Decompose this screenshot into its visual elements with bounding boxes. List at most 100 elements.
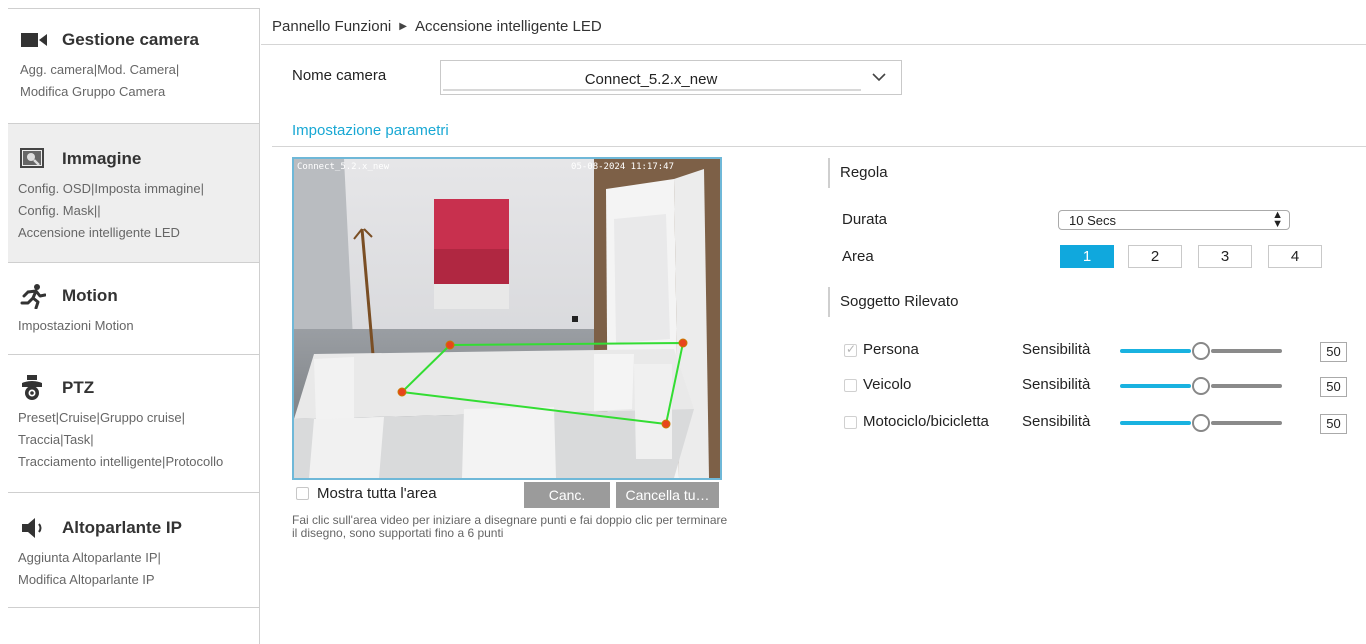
sidebar-section-ip-speaker: Altoparlante IP Aggiunta Altoparlante IP… bbox=[8, 492, 259, 607]
show-all-checkbox[interactable] bbox=[296, 487, 309, 500]
slider-track-empty bbox=[1211, 349, 1282, 353]
camera-select-underline bbox=[443, 89, 861, 91]
link-edit-camera-group[interactable]: Modifica Gruppo Camera bbox=[20, 84, 165, 99]
clear-all-button[interactable]: Cancella tu… bbox=[616, 482, 719, 508]
sidebar: Gestione camera Agg. camera|Mod. Camera|… bbox=[8, 8, 260, 644]
link-smart-led[interactable]: Accensione intelligente LED bbox=[18, 225, 180, 240]
sidebar-head-ip-speaker[interactable]: Altoparlante IP bbox=[20, 515, 259, 541]
sensitivity-value[interactable]: 50 bbox=[1320, 342, 1347, 362]
detected-subject-title: Soggetto Rilevato bbox=[828, 287, 958, 317]
object-name: Persona bbox=[863, 341, 919, 358]
sensitivity-label: Sensibilità bbox=[1022, 341, 1091, 358]
link-add-ip-speaker[interactable]: Aggiunta Altoparlante IP bbox=[18, 550, 158, 565]
sensitivity-label: Sensibilità bbox=[1022, 413, 1091, 430]
slider-track-filled bbox=[1120, 384, 1191, 388]
updown-arrows-icon: ▲ ▼ bbox=[1272, 209, 1283, 230]
object-name: Veicolo bbox=[863, 376, 912, 393]
show-all-area-toggle[interactable]: Mostra tutta l'area bbox=[296, 485, 437, 502]
roi-vertex[interactable] bbox=[445, 340, 455, 350]
link-edit-camera[interactable]: Mod. Camera bbox=[97, 62, 176, 77]
sidebar-links: Agg. camera|Mod. Camera| Modifica Gruppo… bbox=[20, 62, 180, 99]
slider-knob[interactable] bbox=[1192, 414, 1210, 432]
slider-knob[interactable] bbox=[1192, 377, 1210, 395]
speaker-icon bbox=[20, 516, 50, 540]
cancel-button[interactable]: Canc. bbox=[524, 482, 610, 508]
sidebar-head-motion[interactable]: Motion bbox=[20, 283, 259, 309]
sensitivity-label: Sensibilità bbox=[1022, 376, 1091, 393]
duration-select[interactable]: 10 Secs ▲ ▼ bbox=[1058, 210, 1290, 230]
object-row-veicolo: Veicolo Sensibilità 50 bbox=[842, 374, 1352, 398]
persona-checkbox[interactable] bbox=[844, 342, 857, 357]
link-protocol[interactable]: Protocollo bbox=[165, 454, 223, 469]
area-button-4[interactable]: 4 bbox=[1268, 245, 1322, 268]
rule-group-title: Regola bbox=[828, 158, 888, 188]
link-track[interactable]: Traccia bbox=[18, 432, 60, 447]
link-mask-config[interactable]: Config. Mask bbox=[18, 203, 94, 218]
sidebar-section-image: Immagine Config. OSD|Imposta immagine| C… bbox=[8, 123, 259, 262]
sidebar-section-motion: Motion Impostazioni Motion bbox=[8, 262, 259, 354]
drawing-hint: Fai clic sull'area video per iniziare a … bbox=[292, 513, 728, 540]
sensitivity-slider[interactable] bbox=[1120, 374, 1282, 398]
link-image-settings[interactable]: Imposta immagine bbox=[94, 181, 200, 196]
sidebar-head-image[interactable]: Immagine bbox=[20, 146, 259, 172]
slider-knob[interactable] bbox=[1192, 342, 1210, 360]
roi-vertex[interactable] bbox=[661, 419, 671, 429]
sidebar-title: Altoparlante IP bbox=[62, 518, 182, 537]
link-smart-tracking[interactable]: Tracciamento intelligente bbox=[18, 454, 162, 469]
area-label: Area bbox=[842, 248, 874, 265]
sidebar-links: Aggiunta Altoparlante IP| Modifica Altop… bbox=[18, 550, 161, 587]
link-osd-config[interactable]: Config. OSD bbox=[18, 181, 91, 196]
roi-vertex[interactable] bbox=[397, 387, 407, 397]
slider-track-empty bbox=[1211, 384, 1282, 388]
sidebar-section-empty bbox=[8, 607, 259, 644]
area-button-2[interactable]: 2 bbox=[1128, 245, 1182, 268]
sensitivity-value[interactable]: 50 bbox=[1320, 377, 1347, 397]
sidebar-title: Immagine bbox=[62, 149, 142, 168]
link-add-camera[interactable]: Agg. camera bbox=[20, 62, 94, 77]
link-edit-ip-speaker[interactable]: Modifica Altoparlante IP bbox=[18, 572, 155, 587]
sensitivity-slider[interactable] bbox=[1120, 411, 1282, 435]
breadcrumb-root[interactable]: Pannello Funzioni bbox=[272, 18, 391, 35]
sidebar-links: Preset|Cruise|Gruppo cruise| Traccia|Tas… bbox=[18, 410, 224, 469]
object-row-motociclo: Motociclo/bicicletta Sensibilità 50 bbox=[842, 411, 1352, 435]
duration-value: 10 Secs bbox=[1069, 213, 1116, 228]
area-button-3[interactable]: 3 bbox=[1198, 245, 1252, 268]
sidebar-section-ptz: PTZ Preset|Cruise|Gruppo cruise| Traccia… bbox=[8, 354, 259, 492]
video-preview[interactable]: Connect_5.2.x_new 05-08-2024 11:17:47 bbox=[292, 157, 722, 480]
sensitivity-slider[interactable] bbox=[1120, 339, 1282, 363]
object-name: Motociclo/bicicletta bbox=[863, 413, 989, 430]
breadcrumb-current: Accensione intelligente LED bbox=[414, 18, 602, 35]
sensitivity-value[interactable]: 50 bbox=[1320, 414, 1347, 434]
slider-track-filled bbox=[1120, 349, 1191, 353]
motociclo-checkbox[interactable] bbox=[844, 416, 857, 429]
camera-name-label: Nome camera bbox=[292, 67, 387, 84]
slider-track-empty bbox=[1211, 421, 1282, 425]
link-preset[interactable]: Preset bbox=[18, 410, 56, 425]
sidebar-section-camera-management: Gestione camera Agg. camera|Mod. Camera|… bbox=[8, 8, 259, 123]
link-task[interactable]: Task bbox=[64, 432, 91, 447]
sidebar-title: Gestione camera bbox=[62, 30, 200, 49]
image-settings-icon bbox=[20, 147, 50, 171]
ptz-camera-icon bbox=[20, 375, 50, 400]
link-cruise[interactable]: Cruise bbox=[59, 410, 97, 425]
slider-track-filled bbox=[1120, 421, 1191, 425]
roi-vertex[interactable] bbox=[678, 338, 688, 348]
show-all-label: Mostra tutta l'area bbox=[317, 485, 437, 502]
sidebar-links: Impostazioni Motion bbox=[18, 315, 259, 337]
osd-camera-name: Connect_5.2.x_new bbox=[297, 162, 390, 172]
header-divider bbox=[261, 44, 1366, 45]
veicolo-checkbox[interactable] bbox=[844, 379, 857, 392]
area-button-1[interactable]: 1 bbox=[1060, 245, 1114, 268]
link-motion-settings[interactable]: Impostazioni Motion bbox=[18, 318, 134, 333]
section-title: Impostazione parametri bbox=[292, 122, 449, 139]
duration-label: Durata bbox=[842, 211, 888, 228]
link-cruise-group[interactable]: Gruppo cruise bbox=[100, 410, 182, 425]
osd-timestamp: 05-08-2024 11:17:47 bbox=[571, 162, 674, 172]
running-person-icon bbox=[20, 284, 50, 309]
sidebar-head-camera-management[interactable]: Gestione camera bbox=[20, 27, 259, 53]
object-row-persona: Persona Sensibilità 50 bbox=[842, 339, 1352, 363]
camera-select[interactable]: Connect_5.2.x_new bbox=[440, 60, 902, 95]
sidebar-title: PTZ bbox=[62, 378, 95, 397]
sidebar-title: Motion bbox=[62, 286, 118, 305]
sidebar-head-ptz[interactable]: PTZ bbox=[20, 375, 259, 401]
